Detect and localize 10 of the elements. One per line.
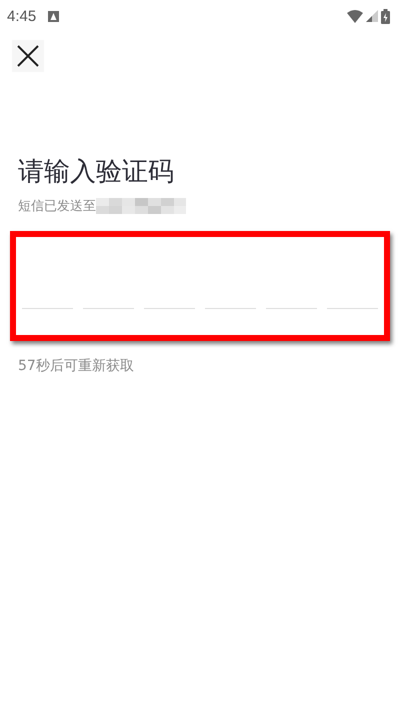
battery-icon	[381, 8, 390, 24]
notification-icon	[48, 10, 60, 22]
close-button[interactable]	[12, 40, 44, 72]
signal-icon	[366, 10, 378, 22]
status-time: 4:45	[7, 8, 36, 24]
close-icon	[17, 45, 39, 67]
sms-sent-label: 短信已发送至	[18, 198, 96, 215]
wifi-icon	[347, 10, 363, 22]
resend-countdown: 57秒后可重新获取	[18, 357, 134, 375]
page-title: 请输入验证码	[18, 156, 175, 189]
